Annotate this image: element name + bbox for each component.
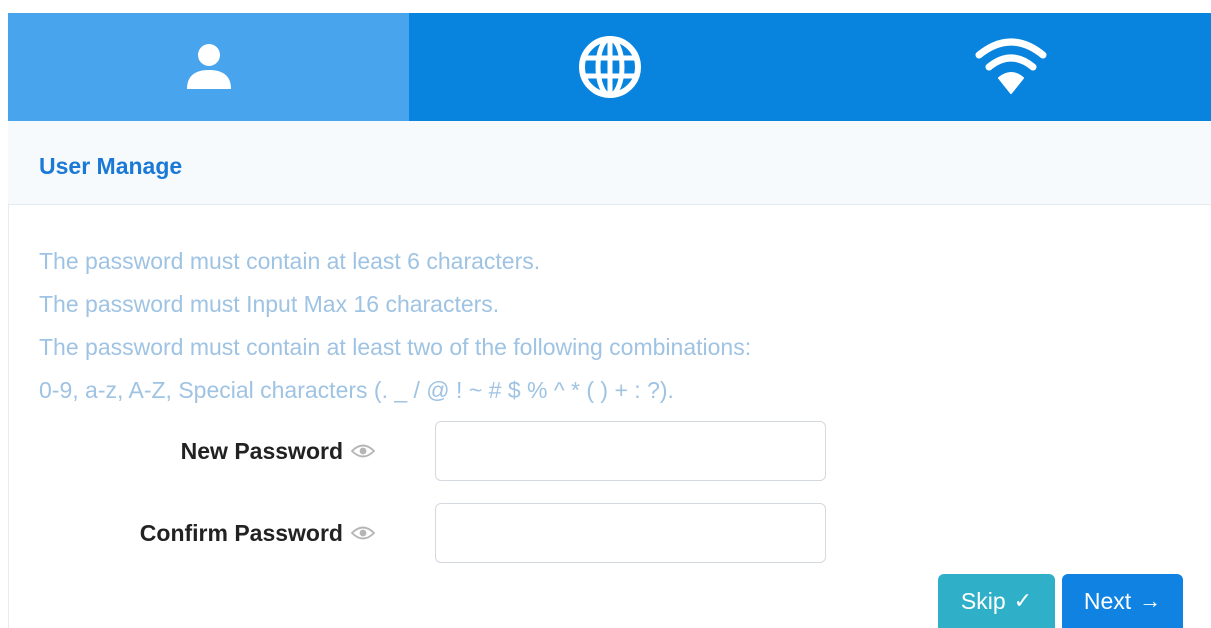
new-password-label: New Password (181, 421, 375, 481)
arrow-right-icon: → (1139, 588, 1162, 613)
rule-item: The password must Input Max 16 character… (39, 291, 500, 317)
tab-internet[interactable] (409, 13, 810, 121)
globe-icon (578, 36, 641, 98)
user-icon (186, 44, 231, 89)
section-title: User Manage (39, 153, 183, 179)
confirm-password-label: Confirm Password (140, 503, 375, 563)
setup-wizard: User Manage The password must contain at… (0, 0, 1211, 628)
new-password-label-text: New Password (180, 437, 343, 464)
wifi-icon (975, 38, 1046, 94)
rule-item: 0-9, a-z, A-Z, Special characters (. _ /… (39, 377, 674, 403)
top-margin (0, 0, 1211, 13)
new-password-row: New Password (0, 421, 1211, 481)
rule-item: The password must contain at least 6 cha… (39, 248, 541, 274)
eye-icon[interactable] (351, 443, 375, 459)
wizard-tabs (8, 13, 1211, 121)
skip-button-label: Skip (960, 587, 1006, 614)
confirm-password-input[interactable] (435, 503, 826, 563)
content-border (8, 205, 9, 628)
tab-user[interactable] (8, 13, 409, 121)
confirm-password-label-text: Confirm Password (139, 519, 343, 546)
next-button[interactable]: Next → (1062, 574, 1183, 628)
tab-wifi[interactable] (810, 13, 1211, 121)
skip-button[interactable]: Skip ✓ (938, 574, 1055, 628)
eye-icon[interactable] (351, 525, 375, 541)
next-button-label: Next (1083, 587, 1132, 614)
new-password-input[interactable] (435, 421, 826, 481)
check-icon: ✓ (1013, 588, 1033, 613)
password-rules: The password must contain at least 6 cha… (39, 240, 751, 412)
rule-item: The password must contain at least two o… (39, 334, 752, 360)
confirm-password-row: Confirm Password (0, 503, 1211, 563)
section-header: User Manage (8, 121, 1211, 205)
